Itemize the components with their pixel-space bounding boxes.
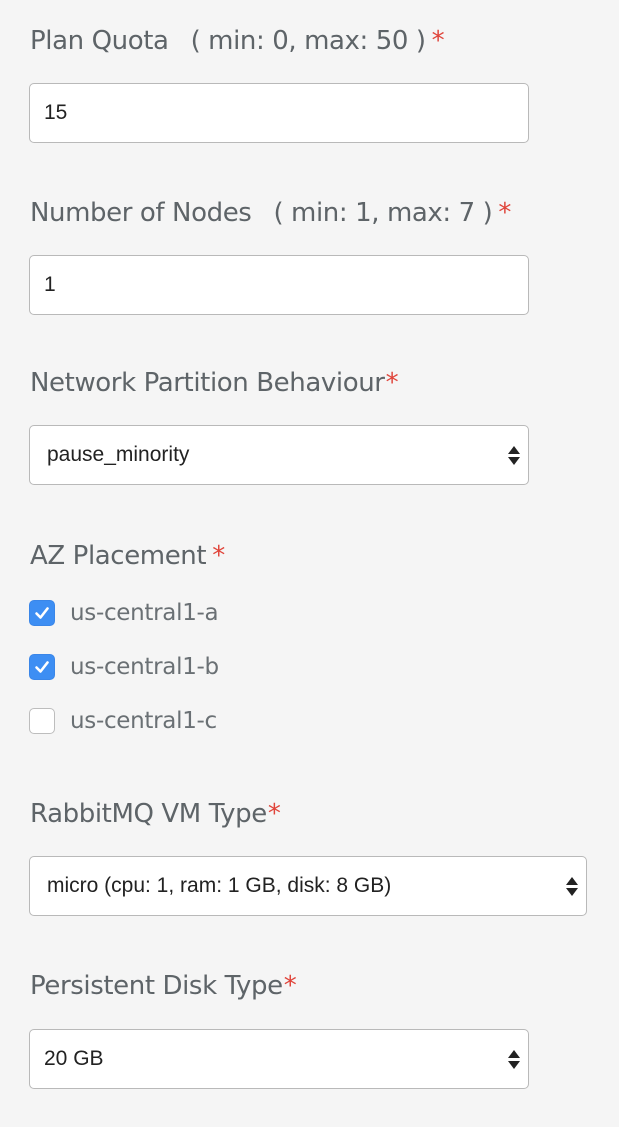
number-of-nodes-input[interactable]: 1 — [29, 255, 529, 315]
az-option-label: us-central1-b — [70, 654, 219, 680]
vm-type-selected: micro (cpu: 1, ram: 1 GB, disk: 8 GB) — [47, 874, 392, 897]
az-option-us-central1-a[interactable]: us-central1-a — [29, 600, 219, 626]
up-down-arrows-icon — [508, 1048, 520, 1070]
plan-quota-input[interactable]: 15 — [29, 83, 529, 143]
checkmark-icon — [35, 607, 49, 619]
number-of-nodes-hint: ( min: 1, max: 7 ) — [273, 198, 493, 228]
az-option-label: us-central1-c — [70, 708, 217, 734]
up-down-arrows-icon — [508, 444, 520, 466]
vm-type-label: RabbitMQ VM Type* — [30, 799, 281, 829]
az-placement-label-text: AZ Placement — [30, 541, 207, 571]
plan-quota-label: Plan Quota ( min: 0, max: 50 ) * — [30, 26, 445, 56]
plan-quota-hint: ( min: 0, max: 50 ) — [190, 26, 427, 56]
required-asterisk: * — [385, 368, 399, 398]
checkmark-icon — [35, 661, 49, 673]
vm-type-label-text: RabbitMQ VM Type — [30, 799, 267, 829]
network-partition-label-text: Network Partition Behaviour — [30, 368, 385, 398]
required-asterisk: * — [431, 26, 445, 56]
az-placement-label: AZ Placement * — [30, 541, 225, 571]
plan-quota-label-text: Plan Quota — [30, 26, 169, 56]
checkbox-checked[interactable] — [29, 654, 55, 680]
required-asterisk: * — [212, 541, 225, 571]
vm-type-select[interactable]: micro (cpu: 1, ram: 1 GB, disk: 8 GB) — [29, 856, 587, 916]
required-asterisk: * — [283, 971, 297, 1001]
checkbox-unchecked[interactable] — [29, 708, 55, 734]
disk-type-label-text: Persistent Disk Type — [30, 971, 283, 1001]
disk-type-select[interactable]: 20 GB — [29, 1029, 529, 1089]
number-of-nodes-value: 1 — [44, 273, 56, 296]
plan-quota-value: 15 — [44, 101, 68, 124]
network-partition-select[interactable]: pause_minority — [29, 425, 529, 485]
number-of-nodes-label-text: Number of Nodes — [30, 198, 252, 228]
az-option-us-central1-c[interactable]: us-central1-c — [29, 708, 217, 734]
required-asterisk: * — [267, 799, 281, 829]
network-partition-label: Network Partition Behaviour* — [30, 368, 399, 398]
number-of-nodes-label: Number of Nodes ( min: 1, max: 7 ) * — [30, 198, 511, 228]
required-asterisk: * — [498, 198, 512, 228]
network-partition-selected: pause_minority — [47, 443, 190, 466]
disk-type-label: Persistent Disk Type* — [30, 971, 297, 1001]
az-option-us-central1-b[interactable]: us-central1-b — [29, 654, 219, 680]
disk-type-selected: 20 GB — [44, 1047, 104, 1070]
checkbox-checked[interactable] — [29, 600, 55, 626]
az-option-label: us-central1-a — [70, 600, 219, 626]
up-down-arrows-icon — [566, 875, 578, 897]
